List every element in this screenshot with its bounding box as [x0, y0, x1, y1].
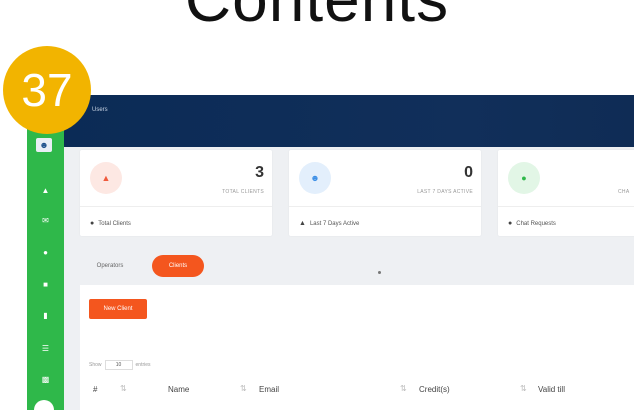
card-footer-label: Last 7 Days Active [309, 220, 360, 227]
tab-clients[interactable]: Clients [152, 255, 204, 277]
settings-icon[interactable] [34, 400, 54, 410]
card-footer: ● Chat Requests [508, 220, 556, 227]
footer-icon: ● [508, 220, 513, 227]
chat-label: CHA [618, 189, 630, 195]
active-users-label: LAST 7 DAYS ACTIVE [417, 189, 473, 195]
chat-icon: ● [508, 162, 540, 194]
breadcrumb: Users [92, 107, 108, 113]
column-header-email[interactable]: Email [259, 385, 279, 394]
card-footer: ▲ Last 7 Days Active [299, 220, 359, 227]
users-icon[interactable]: ■ [39, 279, 52, 289]
slide-number-badge: 37 [3, 46, 91, 134]
clients-panel: New Client Show 10 entries # ⇅ Name ⇅ Em… [80, 285, 634, 410]
card-divider [289, 206, 481, 207]
stat-card-chat-requests: ● CHA ● Chat Requests [498, 150, 634, 236]
sort-icon[interactable]: ⇅ [120, 384, 127, 393]
chat-icon[interactable]: ● [39, 247, 52, 257]
new-client-button[interactable]: New Client [89, 299, 147, 319]
cursor-dot [378, 271, 381, 274]
card-footer-label: Chat Requests [516, 220, 556, 227]
top-bar: Users [64, 95, 634, 147]
user-active-icon: ☻ [299, 162, 331, 194]
document-icon[interactable]: ▮ [39, 310, 52, 320]
column-header-valid-till[interactable]: Valid till [538, 385, 565, 394]
card-footer-label: Total Clients [98, 220, 131, 227]
sort-icon[interactable]: ⇅ [400, 384, 407, 393]
entries-label: entries [135, 362, 151, 368]
app-screenshot: ☻ ▲ ✉ ● ■ ▮ ☰ ▩ Users ▲ 3 TOTAL CLIENTS … [27, 95, 634, 410]
chart-icon[interactable]: ▩ [39, 374, 52, 384]
column-header-credits[interactable]: Credit(s) [419, 385, 450, 394]
card-divider [498, 206, 634, 207]
footer-icon: ● [90, 220, 95, 227]
column-header-number[interactable]: # [93, 385, 97, 394]
total-clients-value: 3 [255, 164, 264, 181]
entries-selector: Show 10 entries [89, 360, 151, 370]
column-header-name[interactable]: Name [168, 385, 189, 394]
mail-icon[interactable]: ✉ [39, 215, 52, 225]
active-users-value: 0 [464, 164, 473, 181]
sort-icon[interactable]: ⇅ [520, 384, 527, 393]
show-label: Show [89, 362, 102, 368]
card-divider [80, 206, 272, 207]
sidebar: ☻ ▲ ✉ ● ■ ▮ ☰ ▩ [27, 95, 64, 410]
total-clients-label: TOTAL CLIENTS [222, 189, 264, 195]
footer-icon: ▲ [299, 220, 306, 227]
clients-icon: ▲ [90, 162, 122, 194]
card-footer: ● Total Clients [90, 220, 131, 227]
page-heading: Contents [0, 0, 634, 36]
entries-select[interactable]: 10 [104, 360, 133, 370]
sort-icon[interactable]: ⇅ [240, 384, 247, 393]
tab-operators[interactable]: Operators [85, 255, 135, 277]
user-avatar[interactable]: ☻ [36, 138, 52, 152]
stat-card-total-clients: ▲ 3 TOTAL CLIENTS ● Total Clients [80, 150, 272, 236]
stat-card-last-7-days: ☻ 0 LAST 7 DAYS ACTIVE ▲ Last 7 Days Acti… [289, 150, 481, 236]
list-icon[interactable]: ☰ [39, 343, 52, 353]
dashboard-icon[interactable]: ▲ [39, 185, 52, 195]
